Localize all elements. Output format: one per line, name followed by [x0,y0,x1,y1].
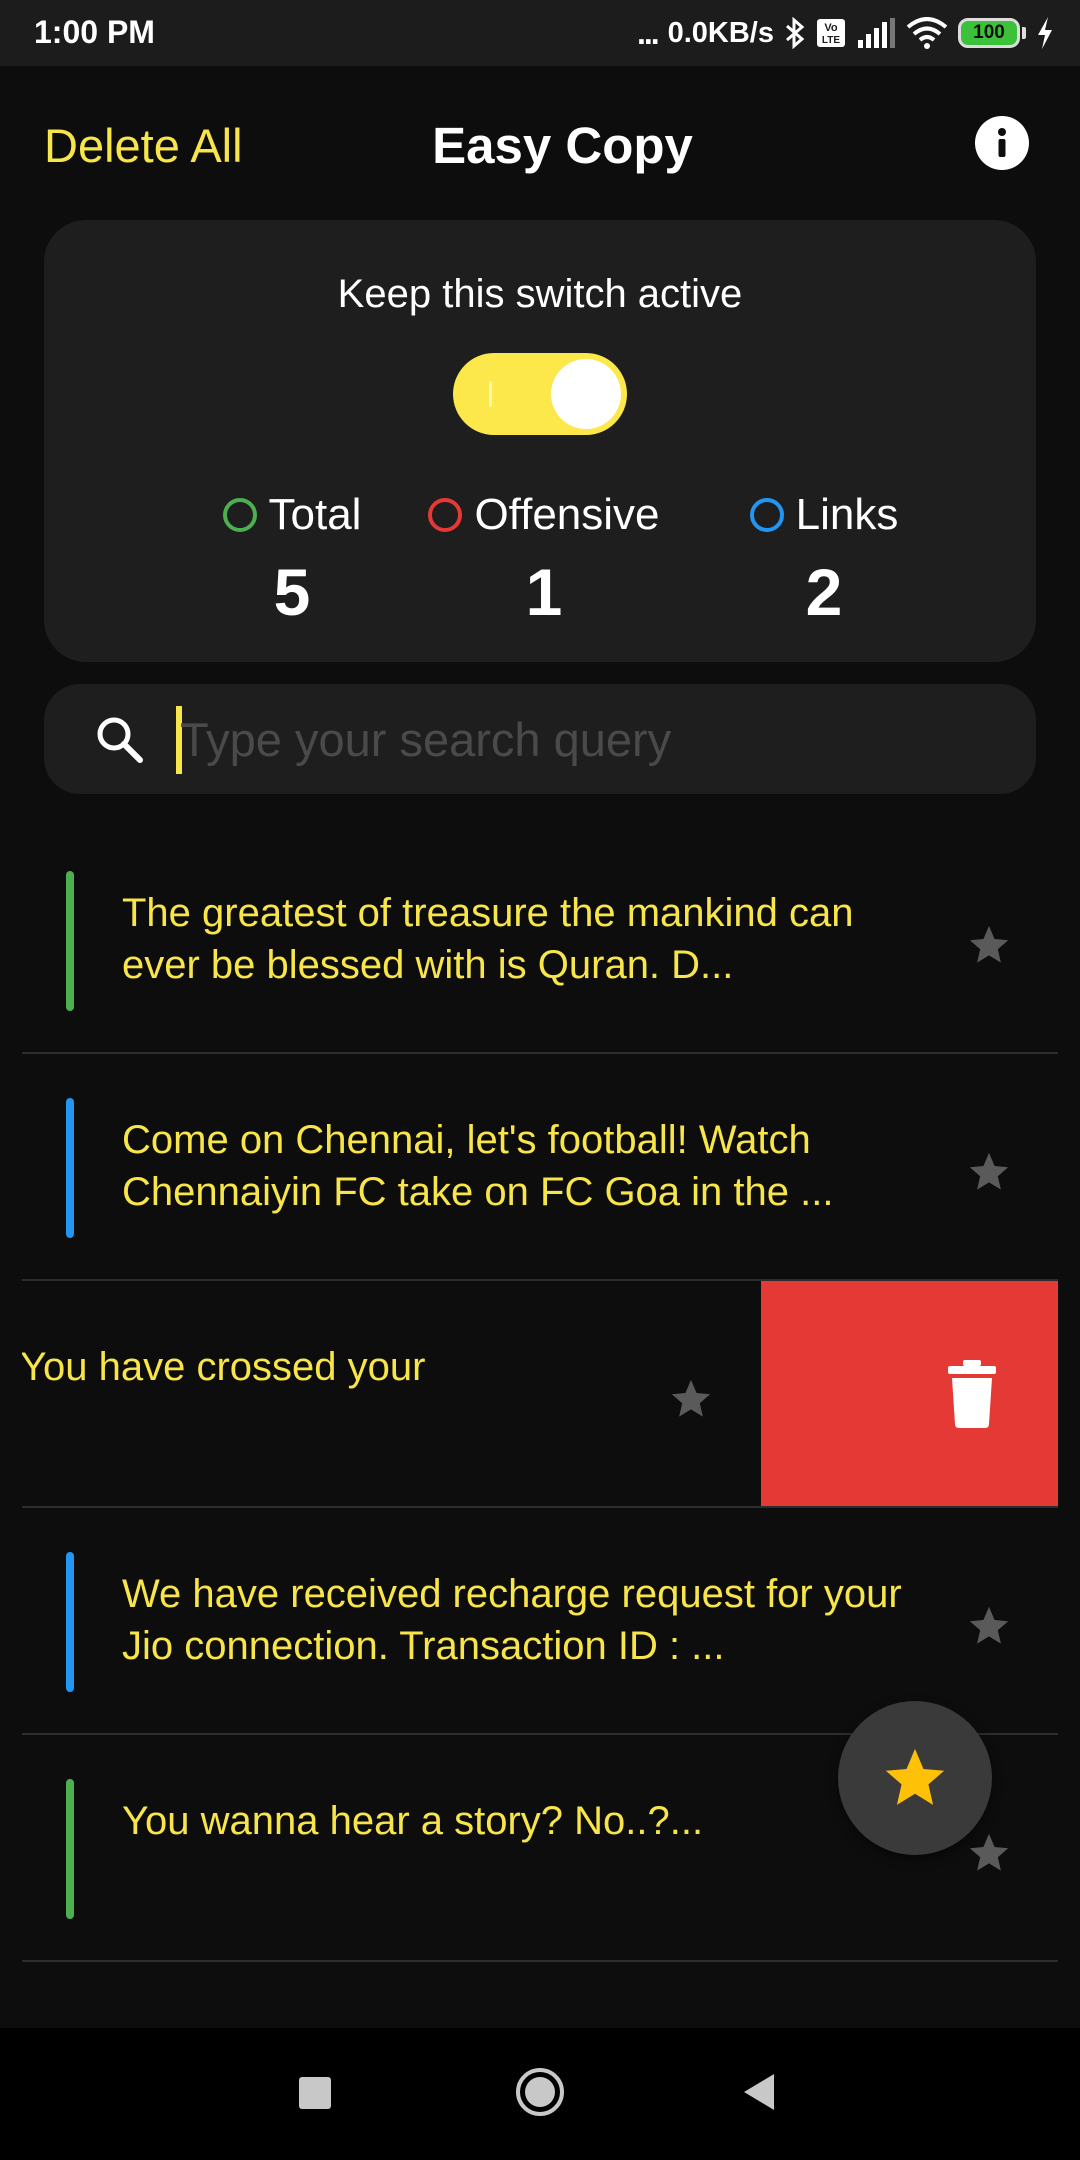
star-icon[interactable] [966,1149,1012,1200]
item-category-bar [66,1098,74,1238]
battery-level: 100 [958,18,1020,48]
svg-text:LTE: LTE [822,35,840,46]
item-text: You have crossed your [22,1345,426,1389]
search-bar[interactable] [44,684,1036,794]
item-text: We have received recharge request for yo… [122,1572,902,1668]
links-ring-icon [749,498,784,532]
charging-icon [1036,17,1054,49]
star-icon[interactable] [966,922,1012,973]
home-button[interactable] [514,2066,566,2123]
status-bar: 1:00 PM ... 0.0KB/s Vo LTE 100 [0,0,1080,66]
swipe-delete-button[interactable] [761,1281,1058,1506]
stat-value: 5 [273,555,311,629]
toggle-on-indicator [489,381,492,407]
list-item[interactable]: The greatest of treasure the mankind can… [22,827,1058,1054]
svg-text:Vo: Vo [824,22,838,34]
stat-value: 1 [525,555,563,629]
network-speed: 0.0KB/s [667,16,774,49]
trash-icon [946,1360,998,1433]
info-icon [998,128,1006,157]
item-text: Come on Chennai, let's football! Watch C… [122,1118,834,1214]
recents-button[interactable] [298,2076,332,2115]
stat-label: Total [268,490,362,539]
stat-links: Links 2 [694,490,954,630]
wifi-icon [906,17,948,49]
search-icon [94,714,146,771]
service-toggle[interactable] [453,353,627,435]
signal-icon [856,18,896,48]
offensive-ring-icon [428,498,463,532]
favorites-fab[interactable] [838,1701,992,1855]
stat-total: Total 5 [162,490,422,630]
list-item[interactable]: Come on Chennai, let's football! Watch C… [22,1054,1058,1281]
item-category-bar [66,1779,74,1919]
toggle-knob [551,359,621,429]
list-item-swiped[interactable]: You have crossed your [22,1281,1058,1508]
stat-offensive: Offensive 1 [414,490,674,630]
battery-icon: 100 [958,18,1026,48]
item-category-bar [66,1552,74,1692]
app-header: Delete All Easy Copy [0,66,1080,222]
bluetooth-icon [784,17,806,49]
item-text: The greatest of treasure the mankind can… [122,891,854,987]
item-text: You wanna hear a story? No..?... [122,1799,704,1843]
status-card: Keep this switch active Total 5 Offensiv… [44,220,1036,662]
stat-value: 2 [805,555,843,629]
stat-label: Links [795,490,899,539]
star-icon[interactable] [966,1603,1012,1654]
status-dots: ... [636,14,660,51]
back-button[interactable] [742,2072,776,2117]
star-icon[interactable] [668,1376,714,1427]
page-title: Easy Copy [432,117,693,174]
volte-icon: Vo LTE [816,18,846,48]
system-nav-bar [0,2028,1080,2160]
star-icon[interactable] [966,1830,1012,1881]
item-category-bar [66,871,74,1011]
star-icon [885,1748,945,1805]
stat-label: Offensive [474,490,660,539]
status-icons: ... 0.0KB/s Vo LTE 100 [637,12,1054,54]
status-time: 1:00 PM [34,14,155,50]
search-input[interactable] [180,704,1000,774]
total-ring-icon [222,498,257,532]
switch-label: Keep this switch active [337,272,743,316]
info-button[interactable] [975,116,1029,170]
